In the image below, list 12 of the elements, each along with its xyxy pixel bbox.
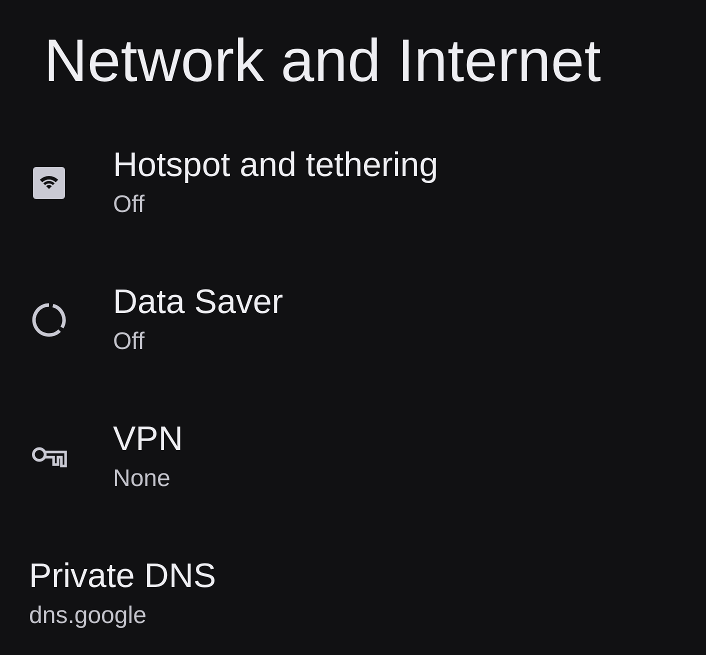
- item-title[interactable]: Data Saver: [113, 282, 284, 322]
- key-icon: [32, 446, 66, 468]
- item-title[interactable]: VPN: [113, 419, 183, 459]
- item-title[interactable]: Private DNS: [29, 556, 216, 596]
- ring-icon: [31, 302, 67, 338]
- page-title: Network and Internet: [44, 26, 601, 96]
- item-status: Off: [113, 327, 145, 357]
- item-status: dns.google: [29, 601, 146, 631]
- wifi-icon: [33, 166, 65, 198]
- item-title[interactable]: Hotspot and tethering: [113, 145, 438, 185]
- item-status: None: [113, 464, 170, 494]
- item-status: Off: [113, 190, 145, 220]
